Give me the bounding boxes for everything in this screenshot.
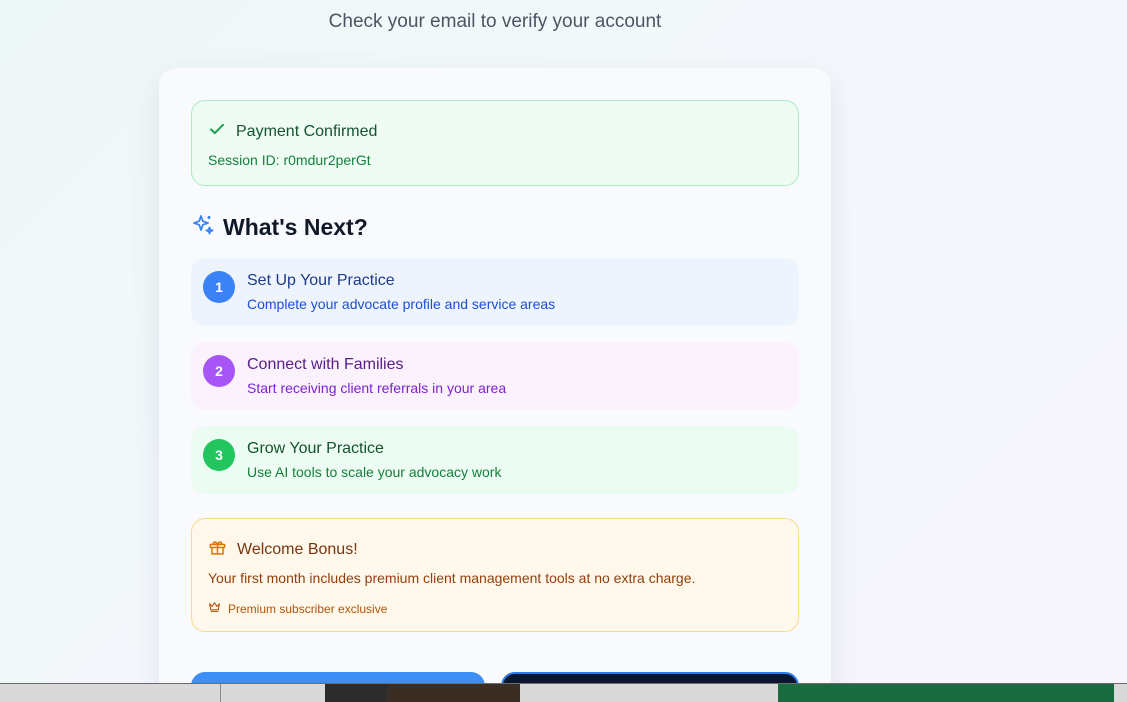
step-grow-practice: 3 Grow Your Practice Use AI tools to sca… bbox=[191, 426, 799, 494]
bonus-title: Welcome Bonus! bbox=[237, 541, 358, 558]
step-number: 1 bbox=[203, 271, 235, 303]
step-title: Set Up Your Practice bbox=[247, 272, 395, 289]
bonus-exclusive-note: Premium subscriber exclusive bbox=[228, 602, 388, 616]
step-number: 3 bbox=[203, 439, 235, 471]
crown-icon bbox=[208, 600, 221, 618]
taskbar-divider bbox=[220, 684, 221, 702]
step-description: Complete your advocate profile and servi… bbox=[247, 296, 556, 312]
step-description: Start receiving client referrals in your… bbox=[247, 380, 507, 396]
step-number: 2 bbox=[203, 355, 235, 387]
whats-next-header: What's Next? bbox=[191, 213, 368, 242]
welcome-bonus-banner: Welcome Bonus! Your first month includes… bbox=[191, 518, 799, 632]
confirmation-card: Payment Confirmed Session ID: r0mdur2per… bbox=[159, 68, 831, 702]
taskbar-app[interactable] bbox=[325, 684, 387, 702]
taskbar-app[interactable] bbox=[778, 684, 1114, 702]
taskbar bbox=[0, 683, 1127, 702]
taskbar-app[interactable] bbox=[387, 684, 520, 702]
sparkles-icon bbox=[191, 213, 215, 242]
bonus-description: Your first month includes premium client… bbox=[208, 570, 696, 586]
step-title: Connect with Families bbox=[247, 356, 404, 373]
step-connect-families: 2 Connect with Families Start receiving … bbox=[191, 342, 799, 410]
whats-next-heading: What's Next? bbox=[223, 214, 368, 240]
page-subtitle: Check your email to verify your account bbox=[328, 11, 662, 32]
session-id: Session ID: r0mdur2perGt bbox=[208, 152, 371, 168]
step-title: Grow Your Practice bbox=[247, 440, 384, 457]
gift-icon bbox=[208, 538, 227, 562]
check-icon bbox=[208, 120, 226, 143]
payment-confirmed-banner: Payment Confirmed Session ID: r0mdur2per… bbox=[191, 100, 799, 186]
payment-title: Payment Confirmed bbox=[236, 122, 378, 140]
step-description: Use AI tools to scale your advocacy work bbox=[247, 464, 502, 480]
step-set-up-practice: 1 Set Up Your Practice Complete your adv… bbox=[191, 258, 799, 326]
